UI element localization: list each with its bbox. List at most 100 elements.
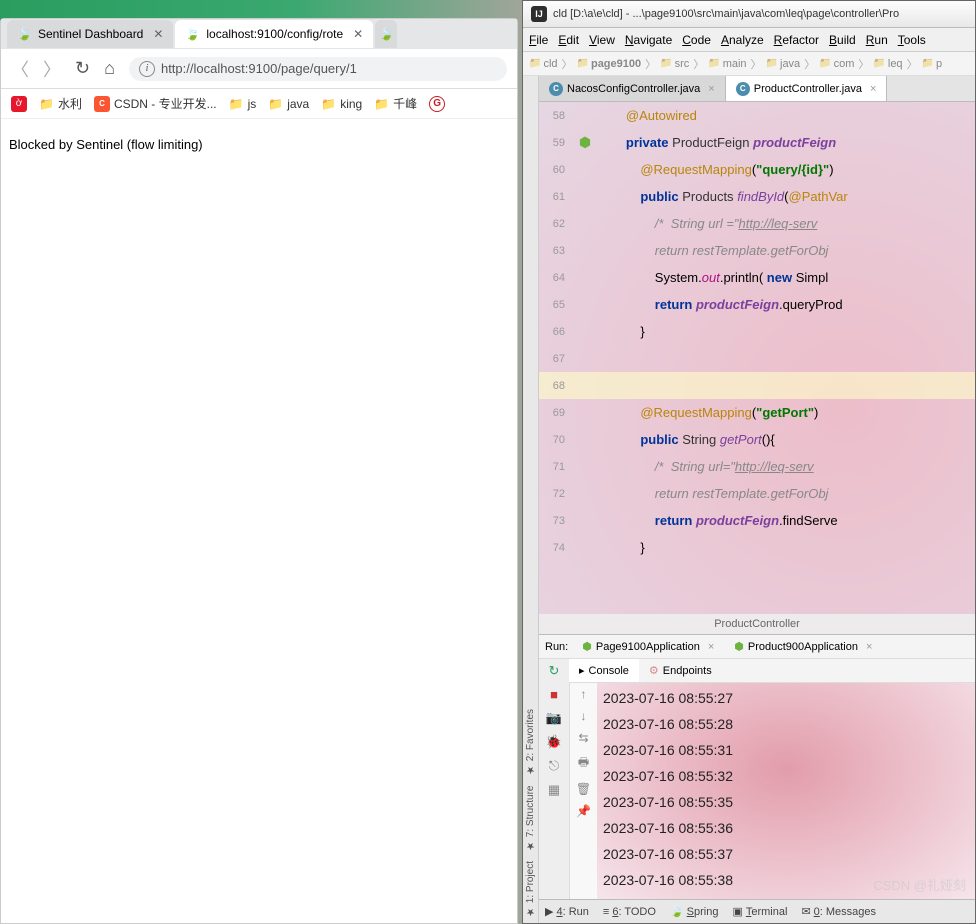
layout-icon[interactable]: ▦ [548, 782, 560, 798]
status-item[interactable]: ≡6: TODO [603, 906, 656, 918]
folder-icon: 📁 [268, 97, 283, 111]
clear-icon[interactable]: 🗑 [576, 782, 591, 796]
bug-icon[interactable]: 🐞 [546, 734, 562, 750]
status-item[interactable]: ▶4: Run [545, 905, 589, 918]
code-line[interactable]: 70 public String getPort(){ [539, 426, 975, 453]
browser-nav-bar: 〈 〉 ↻ ⌂ i http://localhost:9100/page/que… [1, 49, 517, 89]
bookmark-java[interactable]: 📁java [268, 97, 309, 111]
reload-button[interactable]: ↻ [75, 58, 90, 79]
code-line[interactable]: 63 return restTemplate.getForObj [539, 237, 975, 264]
menu-code[interactable]: Code [682, 33, 711, 47]
editor-breadcrumb: ProductController [539, 614, 975, 634]
code-line[interactable]: 74 } [539, 534, 975, 561]
tab-title: localhost:9100/config/rote [206, 27, 343, 41]
site-info-icon[interactable]: i [139, 61, 155, 77]
menu-tools[interactable]: Tools [898, 33, 926, 47]
file-tab[interactable]: CProductController.java× [726, 76, 888, 101]
breadcrumb-item[interactable]: cld [529, 58, 558, 70]
print-icon[interactable]: 🖶 [578, 753, 589, 774]
menu-analyze[interactable]: Analyze [721, 33, 764, 47]
tab-close-icon[interactable]: ✕ [153, 27, 163, 41]
status-item[interactable]: 🍃Spring [670, 905, 719, 918]
code-editor[interactable]: 58 @Autowired59⬢ private ProductFeign pr… [539, 102, 975, 614]
file-tab[interactable]: CNacosConfigController.java× [539, 76, 726, 101]
folder-icon: 📁 [229, 97, 244, 111]
side-tab[interactable]: ★ 2: Favorites [525, 709, 536, 775]
breadcrumb-item[interactable]: page9100 [577, 58, 642, 70]
status-item[interactable]: ✉0: Messages [801, 905, 876, 918]
code-line[interactable]: 73 return productFeign.findServe [539, 507, 975, 534]
up-icon[interactable]: ↑ [581, 687, 587, 701]
camera-icon[interactable]: 📷 [546, 710, 562, 726]
code-line[interactable]: 58 @Autowired [539, 102, 975, 129]
bookmark-js[interactable]: 📁js [229, 97, 257, 111]
run-config-1[interactable]: ⬢Product900Application× [728, 638, 878, 655]
code-line[interactable]: 67 [539, 345, 975, 372]
code-line[interactable]: 64 System.out.println( new Simpl [539, 264, 975, 291]
code-line[interactable]: 62 /* String url ="http://leq-serv [539, 210, 975, 237]
stop-icon[interactable]: ■ [550, 687, 558, 702]
browser-tab-bar: 🍃 Sentinel Dashboard ✕ 🍃 localhost:9100/… [1, 19, 517, 49]
bookmark-shuili[interactable]: 📁水利 [39, 95, 82, 112]
home-button[interactable]: ⌂ [104, 58, 115, 79]
wrap-icon[interactable]: ⇆ [578, 731, 588, 745]
menu-view[interactable]: View [589, 33, 615, 47]
code-line[interactable]: 68 [539, 372, 975, 399]
code-line[interactable]: 59⬢ private ProductFeign productFeign [539, 129, 975, 156]
down-icon[interactable]: ↓ [581, 709, 587, 723]
log-line: 2023-07-16 08:55:31 [603, 737, 969, 763]
code-line[interactable]: 71 /* String url="http://leq-serv [539, 453, 975, 480]
folder-icon: 📁 [39, 97, 54, 111]
ide-title-bar: IJ cld [D:\a\e\cld] - ...\page9100\src\m… [523, 1, 975, 28]
pin-icon[interactable]: 📌 [576, 804, 591, 818]
bookmark-csdn[interactable]: CCSDN - 专业开发... [94, 95, 217, 112]
breadcrumb-item[interactable]: leq [873, 58, 902, 70]
breadcrumb-item[interactable]: src [660, 58, 689, 70]
log-line: 2023-07-16 08:55:28 [603, 711, 969, 737]
url-bar[interactable]: i http://localhost:9100/page/query/1 [129, 57, 507, 81]
side-tab[interactable]: ★ 7: Structure [525, 786, 536, 851]
side-tool-tabs[interactable]: ★ 1: Project ★ 7: Structure ★ 2: Favorites [523, 76, 539, 923]
bookmark-king[interactable]: 📁king [321, 97, 362, 111]
forward-button[interactable]: 〉 [43, 56, 61, 82]
rerun-icon[interactable]: ↻ [549, 663, 560, 679]
browser-tab-1[interactable]: 🍃 localhost:9100/config/rote ✕ [175, 20, 373, 48]
browser-tab-0[interactable]: 🍃 Sentinel Dashboard ✕ [7, 20, 173, 48]
menu-build[interactable]: Build [829, 33, 856, 47]
tab-close-icon[interactable]: ✕ [353, 27, 363, 41]
code-line[interactable]: 60 @RequestMapping("query/{id}") [539, 156, 975, 183]
menu-file[interactable]: File [529, 33, 548, 47]
status-item[interactable]: ▣Terminal [732, 905, 787, 918]
menu-run[interactable]: Run [866, 33, 888, 47]
spring-icon: ⬢ [582, 640, 592, 653]
bookmark-qianfeng[interactable]: 📁千峰 [374, 95, 417, 112]
breadcrumb-item[interactable]: main [708, 58, 746, 70]
code-line[interactable]: 72 return restTemplate.getForObj [539, 480, 975, 507]
endpoints-tab[interactable]: ⚙Endpoints [639, 659, 722, 682]
menu-refactor[interactable]: Refactor [774, 33, 819, 47]
blocked-message: Blocked by Sentinel (flow limiting) [9, 137, 203, 152]
menu-edit[interactable]: Edit [558, 33, 579, 47]
console-output[interactable]: 2023-07-16 08:55:272023-07-16 08:55:2820… [597, 683, 975, 899]
bookmark-weibo[interactable]: ờ [11, 96, 27, 112]
code-line[interactable]: 65 return productFeign.queryProd [539, 291, 975, 318]
code-line[interactable]: 61 public Products findById(@PathVar [539, 183, 975, 210]
browser-tab-2[interactable]: 🍃 [375, 20, 397, 48]
bookmark-gitee[interactable]: G [429, 96, 445, 112]
console-icon: ▸ [579, 664, 585, 677]
code-line[interactable]: 66 } [539, 318, 975, 345]
code-line[interactable]: 69 @RequestMapping("getPort") [539, 399, 975, 426]
back-button[interactable]: 〈 [11, 56, 29, 82]
run-config-0[interactable]: ⬢Page9100Application× [576, 638, 720, 655]
side-tab[interactable]: ★ 1: Project [525, 861, 536, 917]
close-icon[interactable]: × [708, 83, 714, 95]
breadcrumb-item[interactable]: java [766, 58, 801, 70]
breadcrumb-item[interactable]: p [922, 58, 943, 70]
breadcrumb-item[interactable]: com [819, 58, 854, 70]
console-tab[interactable]: ▸Console [569, 659, 639, 682]
close-icon[interactable]: × [708, 641, 714, 653]
close-icon[interactable]: × [870, 83, 876, 95]
menu-navigate[interactable]: Navigate [625, 33, 672, 47]
exit-icon[interactable]: ⎋ [549, 758, 559, 774]
close-icon[interactable]: × [866, 641, 872, 653]
